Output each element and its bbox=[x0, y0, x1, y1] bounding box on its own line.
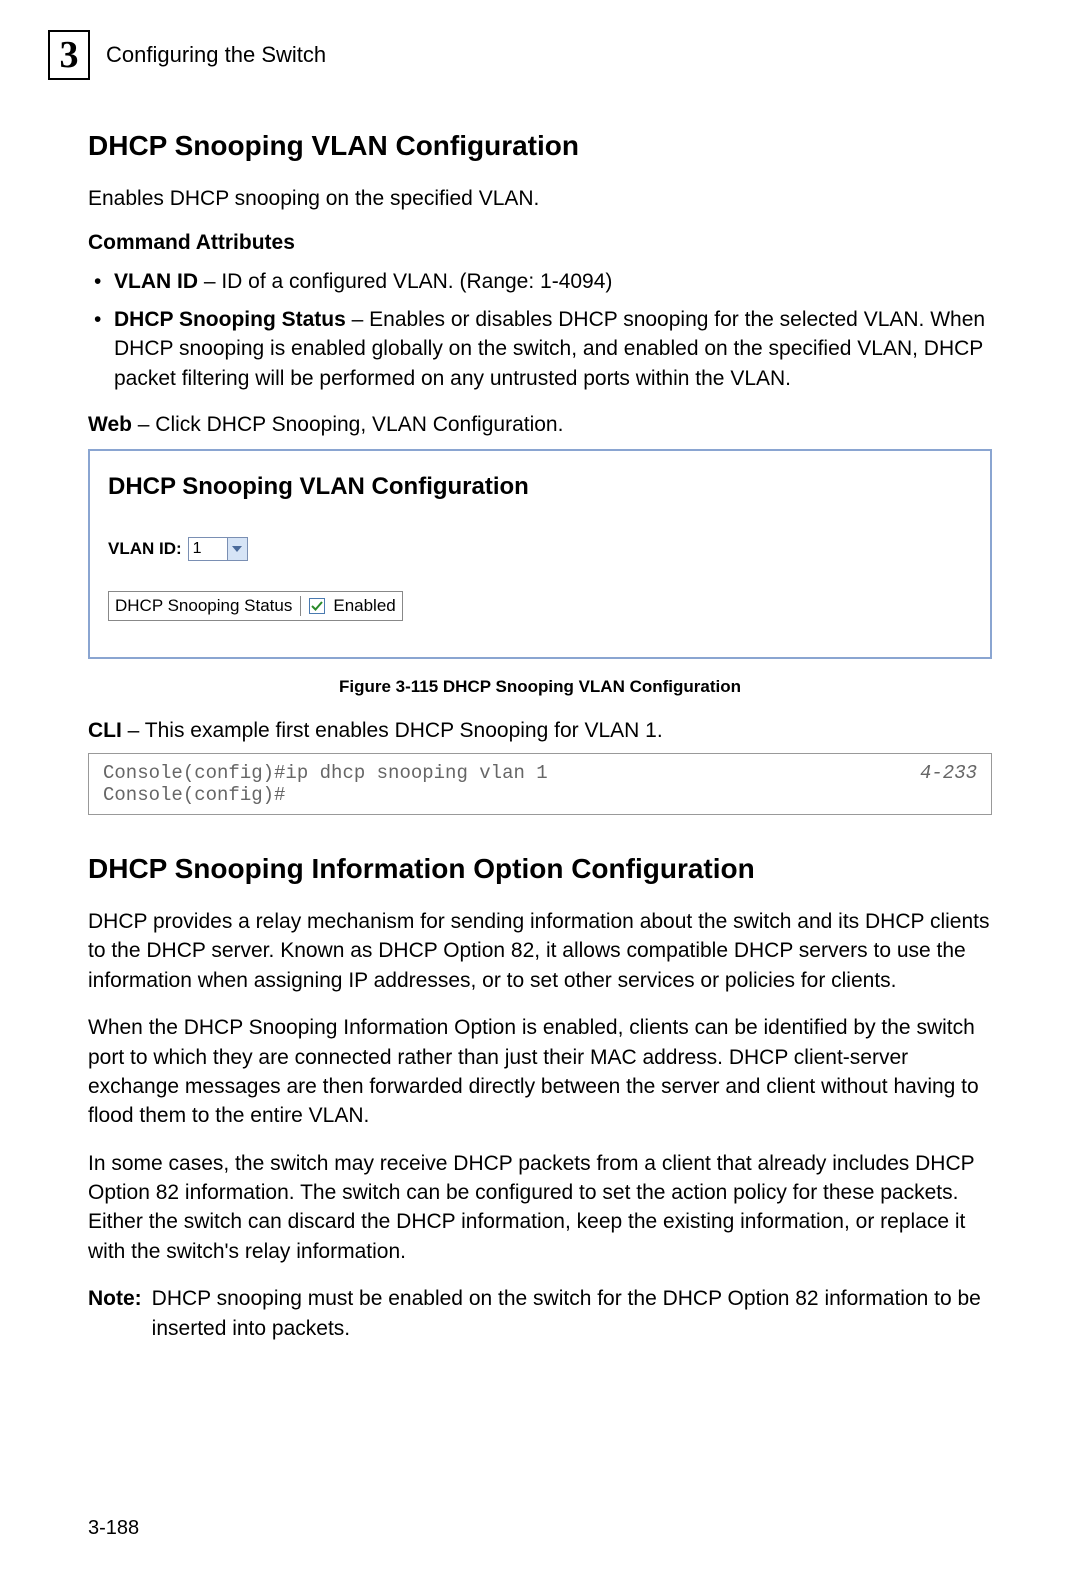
page-number: 3-188 bbox=[88, 1517, 139, 1540]
figure-caption: Figure 3-115 DHCP Snooping VLAN Configur… bbox=[88, 677, 992, 697]
code-block: Console(config)#ip dhcp snooping vlan 1 … bbox=[88, 753, 992, 815]
web-instruction: Web – Click DHCP Snooping, VLAN Configur… bbox=[88, 413, 992, 437]
cli-instruction: CLI – This example first enables DHCP Sn… bbox=[88, 719, 992, 743]
page-header: 3 Configuring the Switch bbox=[48, 30, 992, 80]
bullet-text: – ID of a configured VLAN. (Range: 1-409… bbox=[198, 270, 612, 293]
snooping-status-label: DHCP Snooping Status bbox=[115, 596, 301, 616]
intro-text: Enables DHCP snooping on the specified V… bbox=[88, 184, 992, 213]
section-heading-option: DHCP Snooping Information Option Configu… bbox=[88, 853, 992, 885]
chapter-number: 3 bbox=[60, 33, 79, 77]
status-table: DHCP Snooping Status Enabled bbox=[108, 591, 403, 621]
command-attributes-heading: Command Attributes bbox=[88, 231, 992, 255]
para1: DHCP provides a relay mechanism for send… bbox=[88, 907, 992, 995]
code-commands: Console(config)#ip dhcp snooping vlan 1 … bbox=[103, 762, 548, 806]
bullet-label: VLAN ID bbox=[114, 270, 198, 293]
web-label: Web bbox=[88, 413, 132, 436]
list-item: DHCP Snooping Status – Enables or disabl… bbox=[88, 305, 992, 393]
note-text: DHCP snooping must be enabled on the swi… bbox=[152, 1284, 992, 1343]
vlan-id-label: VLAN ID: bbox=[108, 539, 182, 559]
chapter-title: Configuring the Switch bbox=[106, 42, 326, 68]
vlan-id-row: VLAN ID: 1 bbox=[108, 537, 972, 561]
web-text: – Click DHCP Snooping, VLAN Configuratio… bbox=[132, 413, 564, 436]
cli-label: CLI bbox=[88, 719, 122, 742]
section-heading-vlan: DHCP Snooping VLAN Configuration bbox=[88, 130, 992, 162]
list-item: VLAN ID – ID of a configured VLAN. (Rang… bbox=[88, 267, 992, 296]
code-reference: 4-233 bbox=[920, 762, 977, 806]
para2: When the DHCP Snooping Information Optio… bbox=[88, 1013, 992, 1131]
chapter-number-box: 3 bbox=[48, 30, 90, 80]
cli-text: – This example first enables DHCP Snoopi… bbox=[122, 719, 663, 742]
chevron-down-icon bbox=[227, 538, 247, 560]
note-row: Note: DHCP snooping must be enabled on t… bbox=[88, 1284, 992, 1343]
ui-screenshot-figure: DHCP Snooping VLAN Configuration VLAN ID… bbox=[88, 449, 992, 659]
enabled-text: Enabled bbox=[333, 596, 395, 616]
bullet-label: DHCP Snooping Status bbox=[114, 308, 346, 331]
attributes-list: VLAN ID – ID of a configured VLAN. (Rang… bbox=[88, 267, 992, 393]
screenshot-title: DHCP Snooping VLAN Configuration bbox=[108, 473, 972, 501]
para3: In some cases, the switch may receive DH… bbox=[88, 1149, 992, 1267]
note-label: Note: bbox=[88, 1284, 142, 1343]
vlan-id-value: 1 bbox=[189, 540, 227, 558]
enabled-checkbox[interactable] bbox=[309, 598, 325, 614]
vlan-id-dropdown[interactable]: 1 bbox=[188, 537, 248, 561]
